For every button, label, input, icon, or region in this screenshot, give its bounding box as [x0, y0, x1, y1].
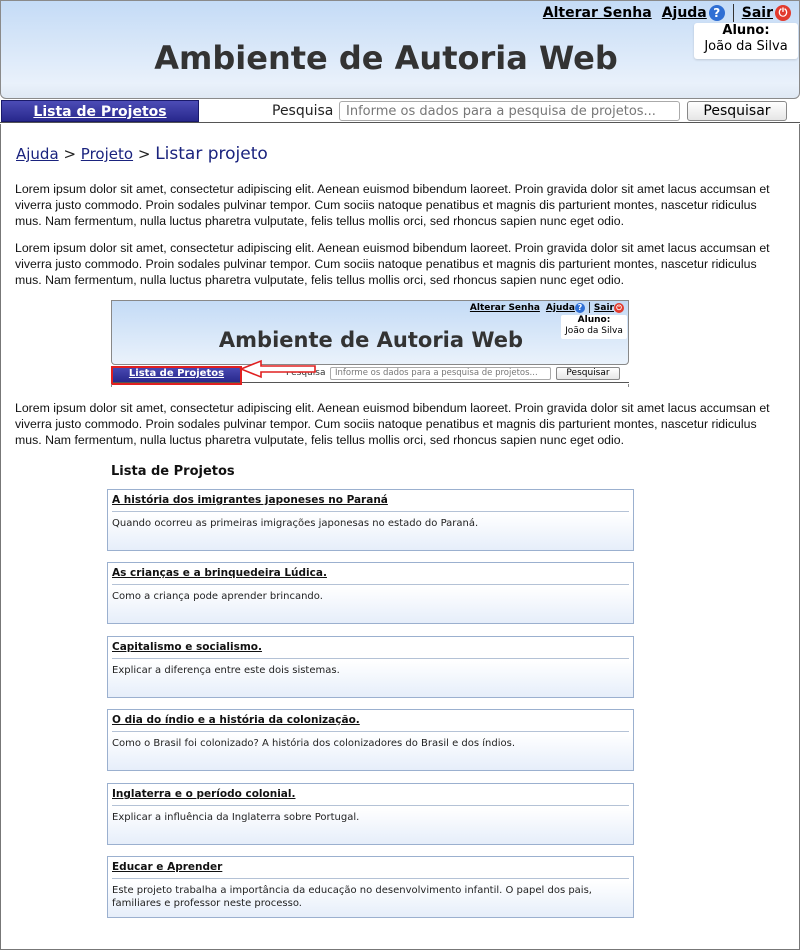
preview-header: Alterar Senha Ajuda ? Sair ⏻ Ambiente de…: [111, 300, 629, 365]
divider: [588, 302, 590, 313]
breadcrumb: Ajuda > Projeto > Listar projeto: [16, 144, 268, 164]
student-name: João da Silva: [704, 39, 788, 54]
project-card: Educar e Aprender Este projeto trabalha …: [107, 856, 634, 918]
divider: [112, 511, 629, 512]
project-card: Capitalismo e socialismo. Explicar a dif…: [107, 636, 634, 698]
intro-paragraph: Lorem ipsum dolor sit amet, consectetur …: [15, 241, 770, 287]
tab-project-list[interactable]: Lista de Projetos: [1, 100, 199, 122]
preview-student-label: Aluno:: [577, 315, 611, 325]
preview-logout: Sair: [593, 302, 614, 313]
student-info: Aluno: João da Silva: [694, 23, 798, 59]
intro-paragraph: Lorem ipsum dolor sit amet, consectetur …: [15, 401, 770, 447]
project-description: Como a criança pode aprender brincando.: [112, 591, 323, 602]
project-description: Como o Brasil foi colonizado? A história…: [112, 738, 515, 749]
breadcrumb-help[interactable]: Ajuda: [16, 145, 59, 163]
search-label: Pesquisa: [272, 103, 334, 119]
divider: [112, 878, 629, 879]
question-circle-icon: ?: [708, 5, 725, 21]
divider: [112, 658, 629, 659]
breadcrumb-separator: >: [137, 145, 151, 163]
app-title: Ambiente de Autoria Web: [154, 39, 618, 77]
highlight-box: [111, 366, 242, 385]
project-title-link[interactable]: Educar e Aprender: [112, 861, 222, 873]
student-label: Aluno:: [722, 23, 770, 38]
help-link-label: Ajuda: [661, 5, 707, 21]
project-card: Inglaterra e o período colonial. Explica…: [107, 783, 634, 845]
intro-paragraph: Lorem ipsum dolor sit amet, consectetur …: [15, 182, 770, 228]
project-card: A história dos imigrantes japoneses no P…: [107, 489, 634, 551]
divider: [112, 584, 629, 585]
app-header: Alterar Senha Ajuda? Sair ⏻ Ambiente de A…: [0, 0, 800, 99]
project-card: O dia do índio e a história da colonizaç…: [107, 709, 634, 771]
project-card: As crianças e a brinquedeira Lúdica. Com…: [107, 562, 634, 624]
logout-link[interactable]: Sair ⏻: [742, 5, 791, 21]
breadcrumb-separator: >: [63, 145, 77, 163]
preview-top-links: Alterar Senha Ajuda ? Sair ⏻: [470, 302, 624, 313]
preview-student-info: Aluno: João da Silva: [561, 315, 627, 339]
project-title-link[interactable]: As crianças e a brinquedeira Lúdica.: [112, 567, 327, 579]
preview-search-input: Informe os dados para a pesquisa de proj…: [330, 367, 551, 380]
project-description: Explicar a influência da Inglaterra sobr…: [112, 812, 360, 823]
divider: [112, 805, 629, 806]
preview-title: Ambiente de Autoria Web: [218, 328, 524, 352]
top-links: Alterar Senha Ajuda? Sair ⏻: [543, 3, 791, 23]
help-link[interactable]: Ajuda?: [662, 5, 725, 21]
search-button[interactable]: Pesquisar: [687, 101, 787, 121]
divider: [112, 731, 629, 732]
project-title-link[interactable]: Capitalismo e socialismo.: [112, 641, 262, 653]
project-title-link[interactable]: A história dos imigrantes japoneses no P…: [112, 494, 388, 506]
project-list-title: Lista de Projetos: [111, 464, 235, 479]
divider: [732, 4, 734, 22]
preview-bottom-edge: [111, 384, 629, 387]
main-content: Ajuda > Projeto > Listar projeto Lorem i…: [0, 124, 800, 950]
project-title-link[interactable]: Inglaterra e o período colonial.: [112, 788, 295, 800]
logout-link-label: Sair: [741, 5, 773, 21]
preview-change-password: Alterar Senha: [469, 302, 540, 313]
preview-help: Ajuda: [545, 302, 575, 313]
question-circle-icon: ?: [574, 302, 585, 313]
change-password-link[interactable]: Alterar Senha: [543, 5, 652, 21]
breadcrumb-project[interactable]: Projeto: [81, 145, 133, 163]
preview-search-button: Pesquisar: [556, 367, 620, 380]
power-icon: ⏻: [614, 302, 624, 313]
search-input[interactable]: [339, 101, 680, 121]
preview-student-name: João da Silva: [565, 326, 623, 336]
nav-bar: Lista de Projetos Pesquisa Pesquisar: [0, 99, 800, 123]
project-description: Quando ocorreu as primeiras imigrações j…: [112, 518, 479, 529]
screenshot-preview: Alterar Senha Ajuda ? Sair ⏻ Ambiente de…: [111, 300, 629, 387]
project-title-link[interactable]: O dia do índio e a história da colonizaç…: [112, 714, 360, 726]
project-description: Explicar a diferença entre este dois sis…: [112, 665, 340, 676]
power-icon: ⏻: [775, 5, 791, 21]
project-description: Este projeto trabalha a importância da e…: [112, 885, 592, 909]
arrow-left-icon: [239, 359, 316, 379]
breadcrumb-current: Listar projeto: [155, 144, 268, 164]
